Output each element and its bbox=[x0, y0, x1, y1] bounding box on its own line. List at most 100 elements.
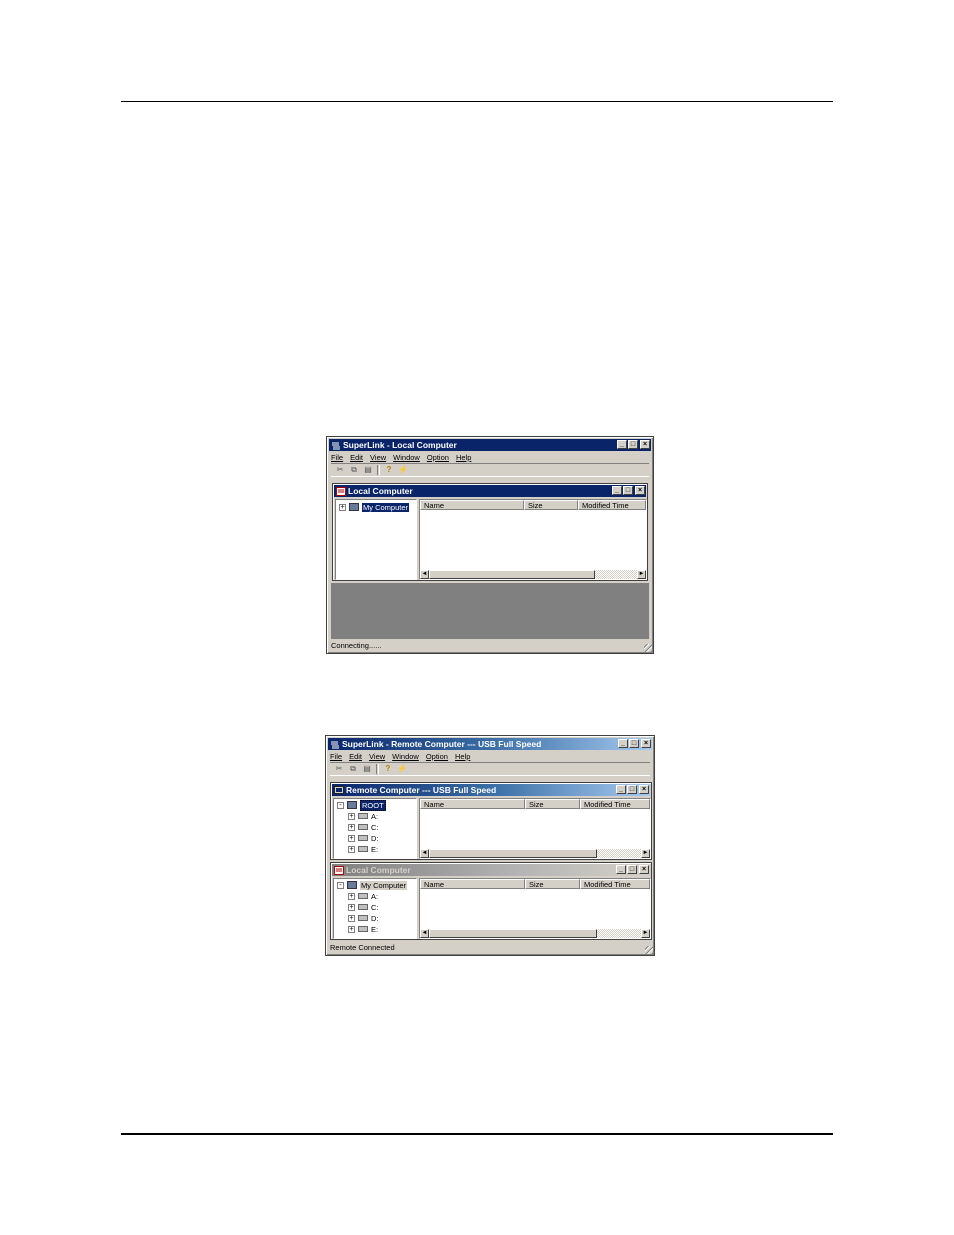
tree-item-label: A: bbox=[371, 891, 379, 901]
local-computer-icon bbox=[334, 865, 344, 875]
expand-toggle[interactable]: + bbox=[339, 503, 346, 511]
cut-icon[interactable]: ✂ bbox=[334, 764, 344, 774]
scroll-right-button[interactable]: ► bbox=[641, 929, 650, 938]
tree-item-drive-c[interactable]: + C: bbox=[348, 902, 379, 912]
horizontal-scrollbar[interactable]: ◄ ► bbox=[420, 570, 646, 579]
panel-maximize-button[interactable]: □ bbox=[627, 865, 637, 874]
minimize-button[interactable]: _ bbox=[617, 440, 627, 449]
help-icon[interactable]: ? bbox=[383, 764, 393, 774]
expand-toggle[interactable]: + bbox=[348, 845, 355, 853]
tree-item-drive-c[interactable]: + C: bbox=[348, 822, 379, 832]
menu-option[interactable]: Option bbox=[427, 453, 449, 462]
column-header-modified-time[interactable]: Modified Time bbox=[580, 799, 650, 809]
tree-item-root[interactable]: - ROOT bbox=[337, 799, 386, 811]
scroll-left-button[interactable]: ◄ bbox=[420, 570, 429, 579]
column-header-size[interactable]: Size bbox=[525, 799, 580, 809]
column-header-name[interactable]: Name bbox=[420, 500, 524, 510]
expand-toggle[interactable]: + bbox=[348, 914, 355, 922]
expand-toggle[interactable]: + bbox=[348, 925, 355, 933]
tree-item-drive-d[interactable]: + D: bbox=[348, 913, 379, 923]
tree-item-drive-e[interactable]: + E: bbox=[348, 844, 378, 854]
menu-help[interactable]: Help bbox=[456, 453, 471, 462]
resize-grip-icon[interactable] bbox=[644, 644, 652, 652]
menu-window[interactable]: Window bbox=[392, 752, 419, 761]
paste-icon[interactable]: ▤ bbox=[362, 764, 372, 774]
column-header-modified-time[interactable]: Modified Time bbox=[580, 879, 650, 889]
tree-item-my-computer[interactable]: - My Computer bbox=[337, 880, 408, 890]
window-titlebar[interactable]: SuperLink - Local Computer _ □ × bbox=[329, 439, 651, 451]
scroll-track[interactable] bbox=[595, 570, 637, 579]
expand-toggle[interactable]: + bbox=[348, 903, 355, 911]
copy-icon[interactable]: ⧉ bbox=[349, 465, 359, 475]
tree-item-my-computer[interactable]: + My Computer bbox=[339, 502, 410, 512]
menu-view[interactable]: View bbox=[369, 752, 385, 761]
column-header-size[interactable]: Size bbox=[524, 500, 578, 510]
collapse-toggle[interactable]: - bbox=[337, 881, 344, 889]
cut-icon[interactable]: ✂ bbox=[335, 465, 345, 475]
panel-close-button[interactable]: × bbox=[635, 486, 645, 495]
panel-close-button[interactable]: × bbox=[639, 865, 649, 874]
menu-window[interactable]: Window bbox=[393, 453, 420, 462]
scroll-right-button[interactable]: ► bbox=[641, 849, 650, 858]
menu-file[interactable]: File bbox=[330, 752, 342, 761]
tree-item-drive-e[interactable]: + E: bbox=[348, 924, 378, 934]
expand-toggle[interactable]: + bbox=[348, 834, 355, 842]
file-list[interactable]: Name Size Modified Time ◄ ► bbox=[419, 798, 651, 859]
collapse-toggle[interactable]: - bbox=[337, 801, 344, 809]
expand-toggle[interactable]: + bbox=[348, 812, 355, 820]
panel-titlebar[interactable]: Local Computer _ □ × bbox=[332, 864, 650, 876]
paste-icon[interactable]: ▤ bbox=[363, 465, 373, 475]
column-header-modified-time[interactable]: Modified Time bbox=[578, 500, 646, 510]
menu-edit[interactable]: Edit bbox=[349, 752, 362, 761]
scroll-track[interactable] bbox=[597, 929, 641, 938]
panel-maximize-button[interactable]: □ bbox=[627, 785, 637, 794]
expand-toggle[interactable]: + bbox=[348, 823, 355, 831]
scroll-track[interactable] bbox=[597, 849, 641, 858]
folder-tree[interactable]: - ROOT + A: + C: + D: + E: bbox=[333, 798, 417, 859]
minimize-button[interactable]: _ bbox=[618, 739, 628, 748]
panel-minimize-button[interactable]: _ bbox=[616, 785, 626, 794]
maximize-button[interactable]: □ bbox=[628, 440, 638, 449]
panel-minimize-button[interactable]: _ bbox=[612, 486, 622, 495]
close-button[interactable]: × bbox=[640, 440, 650, 449]
file-list[interactable]: Name Size Modified Time ◄ ► bbox=[419, 878, 651, 939]
maximize-button[interactable]: □ bbox=[629, 739, 639, 748]
horizontal-scrollbar[interactable]: ◄ ► bbox=[420, 929, 650, 938]
menu-edit[interactable]: Edit bbox=[350, 453, 363, 462]
column-header-name[interactable]: Name bbox=[420, 799, 525, 809]
menu-file[interactable]: File bbox=[331, 453, 343, 462]
panel-maximize-button[interactable]: □ bbox=[623, 486, 633, 495]
panel-titlebar[interactable]: Remote Computer --- USB Full Speed _ □ × bbox=[332, 784, 650, 796]
column-header-name[interactable]: Name bbox=[420, 879, 525, 889]
tree-item-drive-d[interactable]: + D: bbox=[348, 833, 379, 843]
connect-icon[interactable]: ⚡ bbox=[398, 465, 408, 475]
close-button[interactable]: × bbox=[641, 739, 651, 748]
connect-icon[interactable]: ⚡ bbox=[397, 764, 407, 774]
tree-item-drive-a[interactable]: + A: bbox=[348, 811, 378, 821]
local-computer-panel: Local Computer _ □ × + My Computer Name … bbox=[332, 483, 648, 581]
scroll-left-button[interactable]: ◄ bbox=[420, 929, 429, 938]
cd-drive-icon bbox=[358, 926, 368, 932]
panel-minimize-button[interactable]: _ bbox=[616, 865, 626, 874]
scroll-left-button[interactable]: ◄ bbox=[420, 849, 429, 858]
panel-titlebar[interactable]: Local Computer _ □ × bbox=[334, 485, 646, 497]
menu-view[interactable]: View bbox=[370, 453, 386, 462]
column-header-size[interactable]: Size bbox=[525, 879, 580, 889]
window-titlebar[interactable]: SuperLink - Remote Computer --- USB Full… bbox=[328, 738, 652, 750]
folder-tree[interactable]: - My Computer + A: + C: + D: + E: bbox=[333, 878, 417, 939]
scroll-thumb[interactable] bbox=[429, 849, 597, 858]
horizontal-scrollbar[interactable]: ◄ ► bbox=[420, 849, 650, 858]
tree-item-drive-a[interactable]: + A: bbox=[348, 891, 378, 901]
scroll-thumb[interactable] bbox=[429, 570, 595, 579]
menu-help[interactable]: Help bbox=[455, 752, 470, 761]
scroll-thumb[interactable] bbox=[429, 929, 597, 938]
scroll-right-button[interactable]: ► bbox=[637, 570, 646, 579]
file-list[interactable]: Name Size Modified Time ◄ ► bbox=[419, 499, 647, 580]
expand-toggle[interactable]: + bbox=[348, 892, 355, 900]
resize-grip-icon[interactable] bbox=[645, 946, 653, 954]
menu-option[interactable]: Option bbox=[426, 752, 448, 761]
copy-icon[interactable]: ⧉ bbox=[348, 764, 358, 774]
panel-close-button[interactable]: × bbox=[639, 785, 649, 794]
folder-tree[interactable]: + My Computer bbox=[335, 499, 417, 580]
help-icon[interactable]: ? bbox=[384, 465, 394, 475]
